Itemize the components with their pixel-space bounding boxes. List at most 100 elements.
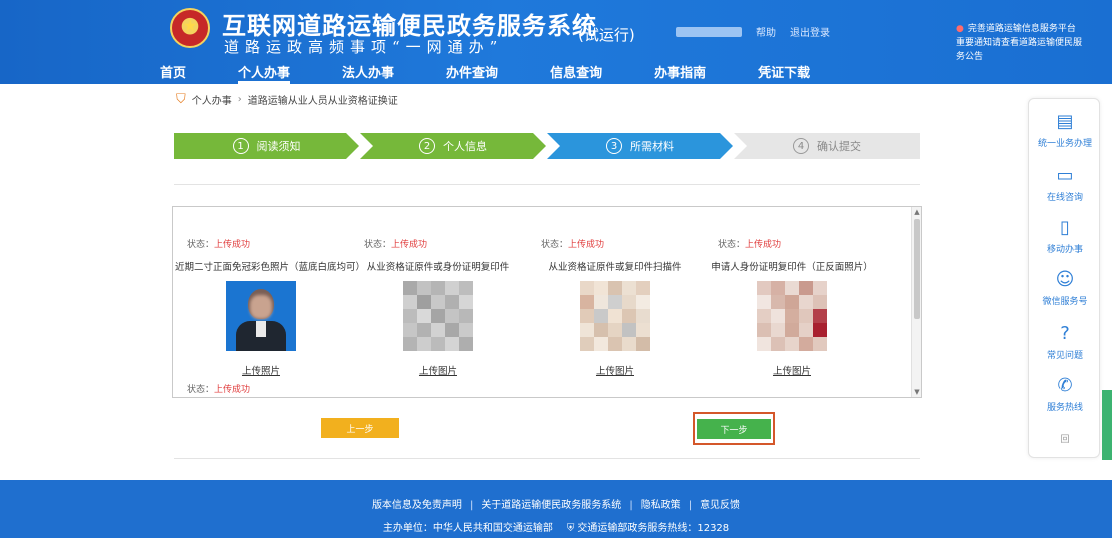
- document-thumbnail[interactable]: [757, 281, 827, 351]
- status-value: 上传成功: [745, 240, 782, 250]
- alert-dot-icon: ●: [956, 24, 964, 34]
- vertical-scrollbar[interactable]: ▲ ▼: [911, 207, 921, 397]
- document-item-id: 状态：上传成功 从业资格证原件或身份证明复印件 上传图片: [352, 237, 524, 377]
- phone-app-icon: ▯: [1060, 217, 1070, 238]
- main-nav: 首页 个人办事 法人办事 办件查询 信息查询 办事指南 凭证下载: [160, 62, 862, 84]
- footer-hotline: 交通运输部政务服务热线：12328: [577, 523, 730, 534]
- status-label: 状态：: [718, 240, 746, 250]
- breadcrumb-item-current: 道路运输从业人员从业资格证换证: [247, 96, 398, 107]
- help-link[interactable]: 帮助: [756, 24, 776, 39]
- document-description: 申请人身份证明复印件（正反面照片）: [711, 262, 873, 273]
- nav-download[interactable]: 凭证下载: [758, 62, 810, 84]
- float-item-hotline[interactable]: ✆ 服务热线: [1029, 375, 1101, 413]
- footer-links: 版本信息及免责声明 | 关于道路运输便民政务服务系统 | 隐私政策 | 意见反馈: [0, 496, 1112, 511]
- next-step-button[interactable]: 下一步: [697, 419, 771, 439]
- float-item-label: 服务热线: [1046, 403, 1083, 413]
- nav-home[interactable]: 首页: [160, 62, 186, 84]
- nav-info-query[interactable]: 信息查询: [550, 62, 602, 84]
- status-value: 上传成功: [214, 385, 251, 395]
- status-label: 状态：: [364, 240, 392, 250]
- step-label: 个人信息: [443, 140, 487, 153]
- step-confirm: 4 确认提交: [734, 133, 920, 159]
- notice-line-1: 完善道路运输信息服务平台: [967, 24, 1076, 34]
- step-personal-info: 2 个人信息: [360, 133, 546, 159]
- shield-icon: ⛉: [176, 92, 186, 107]
- upload-link[interactable]: 上传图片: [352, 363, 524, 377]
- document-description: 从业资格证原件或复印件扫描件: [548, 262, 682, 273]
- footer-info: 主办单位：中华人民共和国交通运输部 ⛨ 交通运输部政务服务热线：12328: [0, 519, 1112, 534]
- nav-case-query[interactable]: 办件查询: [446, 62, 498, 84]
- document-status: 状态：上传成功: [175, 237, 347, 250]
- document-thumbnail[interactable]: [226, 281, 296, 351]
- float-item-unified-service[interactable]: ▤ 统一业务办理: [1029, 111, 1101, 149]
- nav-guide[interactable]: 办事指南: [654, 62, 706, 84]
- footer-separator: |: [469, 500, 474, 511]
- breadcrumb-separator: ›: [237, 94, 242, 105]
- breadcrumb: ⛉ 个人办事 › 道路运输从业人员从业资格证换证: [176, 92, 398, 107]
- upload-link[interactable]: 上传图片: [529, 363, 701, 377]
- notice-line-2: 重要通知请查看道路运输便民服务公告: [956, 38, 1083, 62]
- portrait-collar: [256, 321, 266, 337]
- footer-link-feedback[interactable]: 意见反馈: [700, 500, 740, 511]
- float-item-online-consult[interactable]: ▭ 在线咨询: [1029, 165, 1101, 203]
- footer-host: 主办单位：中华人民共和国交通运输部: [382, 523, 553, 534]
- scroll-up-arrow-icon[interactable]: ▲: [913, 208, 921, 216]
- document-status-partial: 状态：上传成功: [187, 382, 250, 395]
- telephone-icon: ✆: [1057, 375, 1073, 396]
- status-value: 上传成功: [214, 240, 251, 250]
- float-item-wechat[interactable]: ☺ 微信服务号: [1029, 269, 1101, 307]
- status-value: 上传成功: [568, 240, 605, 250]
- logout-link[interactable]: 退出登录: [790, 24, 830, 39]
- float-item-label: 在线咨询: [1046, 193, 1083, 203]
- wechat-icon: ☺: [1055, 269, 1075, 290]
- page: 互联网道路运输便民政务服务系统 道路运政高频事项“一网通办” (试运行) 帮助 …: [0, 0, 1112, 538]
- document-thumbnail[interactable]: [403, 281, 473, 351]
- document-thumbnail[interactable]: [580, 281, 650, 351]
- step-number: 1: [232, 138, 249, 154]
- shield-check-icon: ⛨: [566, 523, 575, 534]
- site-slogan: 道路运政高频事项“一网通办”: [224, 38, 504, 56]
- header-notice[interactable]: ● 完善道路运输信息服务平台 重要通知请查看道路运输便民服务公告: [956, 22, 1086, 64]
- float-item-label: 微信服务号: [1042, 297, 1088, 307]
- float-item-mobile[interactable]: ▯ 移动办事: [1029, 217, 1101, 255]
- trial-tag: (试运行): [578, 26, 635, 44]
- edge-tab[interactable]: [1102, 390, 1112, 460]
- status-label: 状态：: [187, 385, 215, 395]
- status-value: 上传成功: [391, 240, 428, 250]
- breadcrumb-item-personal[interactable]: 个人办事: [192, 92, 232, 107]
- float-item-faq[interactable]: ? 常见问题: [1029, 323, 1101, 361]
- site-footer: 版本信息及免责声明 | 关于道路运输便民政务服务系统 | 隐私政策 | 意见反馈 主办单位：…: [0, 480, 1112, 538]
- nav-legal-person[interactable]: 法人办事: [342, 62, 394, 84]
- upload-link[interactable]: 上传图片: [706, 363, 878, 377]
- nav-personal[interactable]: 个人办事: [238, 62, 291, 84]
- chat-icon: ▭: [1056, 165, 1074, 186]
- scroll-down-arrow-icon[interactable]: ▼: [913, 388, 921, 396]
- footer-link-disclaimer[interactable]: 版本信息及免责声明: [372, 500, 462, 511]
- floating-service-bar: ▤ 统一业务办理 ▭ 在线咨询 ▯ 移动办事 ☺ 微信服务号 ? 常见问题 ✆ …: [1028, 98, 1100, 458]
- question-icon: ?: [1060, 323, 1070, 344]
- back-to-top-button[interactable]: 回: [1029, 432, 1101, 445]
- float-item-label: 常见问题: [1046, 351, 1083, 361]
- status-label: 状态：: [187, 240, 215, 250]
- document-status: 状态：上传成功: [529, 237, 701, 250]
- document-description: 从业资格证原件或身份证明复印件: [366, 262, 510, 273]
- step-number: 4: [793, 138, 809, 154]
- prev-step-button[interactable]: 上一步: [321, 418, 399, 438]
- footer-link-privacy[interactable]: 隐私政策: [641, 500, 681, 511]
- float-item-label: 移动办事: [1046, 245, 1083, 255]
- float-item-label: 统一业务办理: [1037, 139, 1092, 149]
- step-number: 3: [606, 138, 622, 154]
- footer-separator: |: [688, 500, 693, 511]
- progress-steps: 1 阅读须知 2 个人信息 3 所需材料 4 确认提交: [174, 133, 920, 159]
- footer-link-about[interactable]: 关于道路运输便民政务服务系统: [481, 500, 621, 511]
- next-step-highlight: 下一步: [693, 412, 775, 445]
- scroll-thumb[interactable]: [914, 219, 920, 319]
- step-materials: 3 所需材料: [547, 133, 733, 159]
- document-status: 状态：上传成功: [352, 237, 524, 250]
- upload-link[interactable]: 上传照片: [175, 363, 347, 377]
- step-label: 确认提交: [817, 140, 861, 153]
- status-label: 状态：: [541, 240, 569, 250]
- national-emblem-icon: [170, 8, 210, 48]
- divider: [174, 458, 920, 459]
- upload-panel[interactable]: 状态：上传成功 近期二寸正面免冠彩色照片（蓝底白底均可） 上传照片 状态：上传成…: [172, 206, 922, 398]
